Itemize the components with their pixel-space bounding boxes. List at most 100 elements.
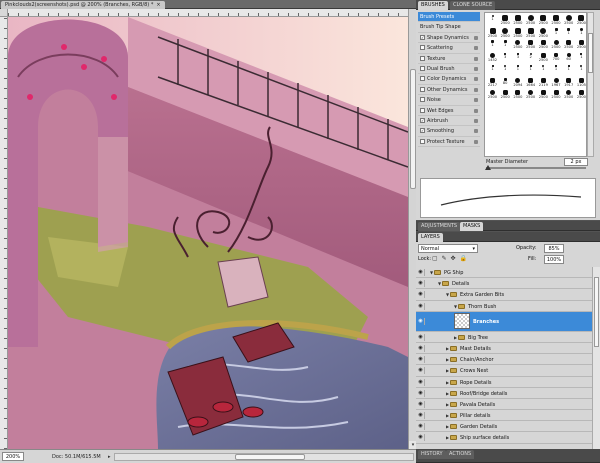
brush-preset[interactable]: 2500 — [511, 39, 524, 51]
brush-setting-item[interactable]: Dual Brush — [418, 64, 480, 75]
layer-row[interactable]: ◉ ▼ Details — [416, 278, 592, 290]
brush-preset[interactable]: 3 — [499, 52, 512, 64]
layer-row[interactable]: ◉ ▶ Roof/Bridge details — [416, 388, 592, 399]
brush-preset[interactable]: 1 — [499, 64, 512, 76]
layer-row[interactable]: ◉ ▶ Pavala Details — [416, 399, 592, 411]
brush-setting-checkbox[interactable] — [420, 55, 425, 61]
brush-setting-checkbox[interactable]: ✓ — [420, 117, 425, 123]
layer-row[interactable]: ◉ ▶ Garden Details — [416, 421, 592, 433]
brush-setting-item[interactable]: Scattering — [418, 43, 480, 54]
lock-icon[interactable] — [474, 118, 478, 123]
brush-preset[interactable]: 1 — [575, 27, 586, 39]
brush-setting-item[interactable]: Wet Edges — [418, 106, 480, 116]
visibility-eye-icon[interactable]: ◉ — [417, 344, 425, 352]
zoom-level-field[interactable]: 200% — [2, 452, 24, 461]
layer-row[interactable]: ◉ ▶ Ship surface details — [416, 432, 592, 444]
visibility-eye-icon[interactable]: ◉ — [417, 280, 425, 288]
lock-icon[interactable] — [474, 129, 478, 134]
visibility-eye-icon[interactable]: ◉ — [417, 269, 425, 276]
visibility-eye-icon[interactable]: ◉ — [417, 333, 425, 341]
brush-preset[interactable]: 2500 — [499, 27, 512, 39]
brush-preset[interactable]: 2500 — [511, 89, 524, 101]
brush-preset[interactable]: 2500 — [575, 14, 586, 26]
document-tab[interactable]: Pinkclouds2(screenshots).psd @ 200% (Bra… — [1, 1, 165, 9]
brush-setting-item[interactable]: Color Dynamics — [418, 74, 480, 85]
layer-row[interactable]: ◉ ▼ PG Ship — [416, 267, 592, 279]
layer-row[interactable]: ◉ ▶ Rope Details — [416, 377, 592, 388]
brush-preset[interactable]: 2500 — [537, 27, 550, 39]
brush-preset[interactable]: 1 — [550, 27, 563, 39]
brush-preset[interactable]: 1 — [486, 14, 499, 26]
opacity-field[interactable]: 85% — [544, 244, 564, 253]
brush-preset[interactable]: 2500 — [537, 39, 550, 51]
brush-setting-item[interactable]: Texture — [418, 54, 480, 64]
brush-preset[interactable]: 1 — [499, 39, 512, 51]
lock-icon[interactable] — [474, 87, 478, 92]
brush-preset[interactable]: 2 — [524, 52, 537, 64]
tab-actions[interactable]: ACTIONS — [446, 450, 475, 459]
brush-preset[interactable]: 2500 — [562, 39, 575, 51]
brush-setting-checkbox[interactable] — [420, 45, 425, 51]
visibility-eye-icon[interactable]: ◉ — [417, 367, 425, 375]
visibility-eye-icon[interactable]: ◉ — [417, 356, 425, 364]
brush-preset[interactable]: 1 — [575, 64, 586, 76]
visibility-eye-icon[interactable]: ◉ — [417, 302, 425, 310]
layer-row[interactable]: ◉ ▶ Pillar details — [416, 410, 592, 422]
brush-preset[interactable]: 80 — [499, 77, 512, 89]
visibility-eye-icon[interactable]: ◉ — [417, 423, 425, 431]
brush-preset[interactable]: 60 — [562, 52, 575, 64]
brush-preset[interactable]: 2094 — [511, 77, 524, 89]
brush-preset[interactable]: 2500 — [524, 39, 537, 51]
lock-icon[interactable] — [474, 66, 478, 71]
brush-preset[interactable]: 1 — [486, 64, 499, 76]
brush-preset[interactable]: 1 — [575, 52, 586, 64]
scrollbar-thumb[interactable] — [235, 454, 305, 460]
scrollbar-thumb[interactable] — [588, 33, 593, 73]
brush-setting-checkbox[interactable]: ✓ — [420, 128, 425, 134]
brush-setting-checkbox[interactable] — [420, 65, 425, 71]
brush-preset[interactable]: 2500 — [486, 89, 499, 101]
visibility-eye-icon[interactable]: ◉ — [417, 291, 425, 299]
brush-preset[interactable]: 1105 — [575, 77, 586, 89]
brush-preset[interactable]: 2500 — [562, 14, 575, 26]
brush-preset[interactable]: 2500 — [537, 14, 550, 26]
brush-preset[interactable]: 2500 — [511, 27, 524, 39]
brush-preset[interactable]: 2500 — [524, 89, 537, 101]
master-diameter-field[interactable]: 2 px — [564, 158, 588, 166]
brush-preset[interactable]: 2500 — [537, 52, 550, 64]
brush-preset[interactable]: 2500 — [550, 39, 563, 51]
brush-preset[interactable]: 1452 — [486, 52, 499, 64]
canvas-vertical-scrollbar[interactable]: ▾ — [408, 9, 417, 449]
brush-setting-item[interactable]: ✓ Airbrush — [418, 116, 480, 127]
brush-preset[interactable]: 700 — [550, 52, 563, 64]
brush-preset[interactable]: 2217 — [486, 77, 499, 89]
scrollbar-thumb[interactable] — [594, 277, 599, 347]
blend-mode-select[interactable]: Normal — [418, 244, 478, 253]
brush-setting-item[interactable]: Other Dynamics — [418, 85, 480, 96]
brush-preset[interactable]: 2500 — [511, 14, 524, 26]
layer-row[interactable]: ◉ ▶ Mast Details — [416, 343, 592, 355]
brush-setting-checkbox[interactable] — [420, 107, 425, 113]
brush-setting-item[interactable]: ✓ Shape Dynamics — [418, 33, 480, 44]
brush-preset[interactable]: 2119 — [537, 77, 550, 89]
layer-row[interactable]: ◉ ▼ Extra Garden Bits — [416, 289, 592, 301]
lock-icon[interactable] — [474, 46, 478, 51]
tab-clone-source[interactable]: CLONE SOURCE — [450, 1, 496, 10]
brush-setting-item[interactable]: Brush Presets — [418, 12, 480, 23]
document-canvas[interactable] — [8, 17, 408, 449]
brush-setting-checkbox[interactable] — [420, 97, 425, 103]
layer-row[interactable]: ◉ ▶ Crows Nest — [416, 365, 592, 377]
brush-preset[interactable]: 2500 — [562, 89, 575, 101]
brush-preset[interactable]: 1967 — [550, 77, 563, 89]
tab-brushes[interactable]: BRUSHES — [418, 1, 448, 10]
layer-row[interactable]: ◉ ▶ Big Tree — [416, 332, 592, 343]
layer-row[interactable]: ◉ Branches — [416, 311, 592, 332]
close-icon[interactable]: × — [156, 2, 160, 8]
master-diameter-slider[interactable] — [485, 165, 586, 170]
brush-grid-scrollbar[interactable] — [587, 12, 594, 157]
lock-icon[interactable] — [474, 139, 478, 144]
brush-preset[interactable]: 2500 — [575, 39, 586, 51]
brush-setting-checkbox[interactable] — [420, 86, 425, 92]
horizontal-ruler[interactable] — [8, 9, 408, 17]
brush-preset[interactable]: 1 — [562, 27, 575, 39]
